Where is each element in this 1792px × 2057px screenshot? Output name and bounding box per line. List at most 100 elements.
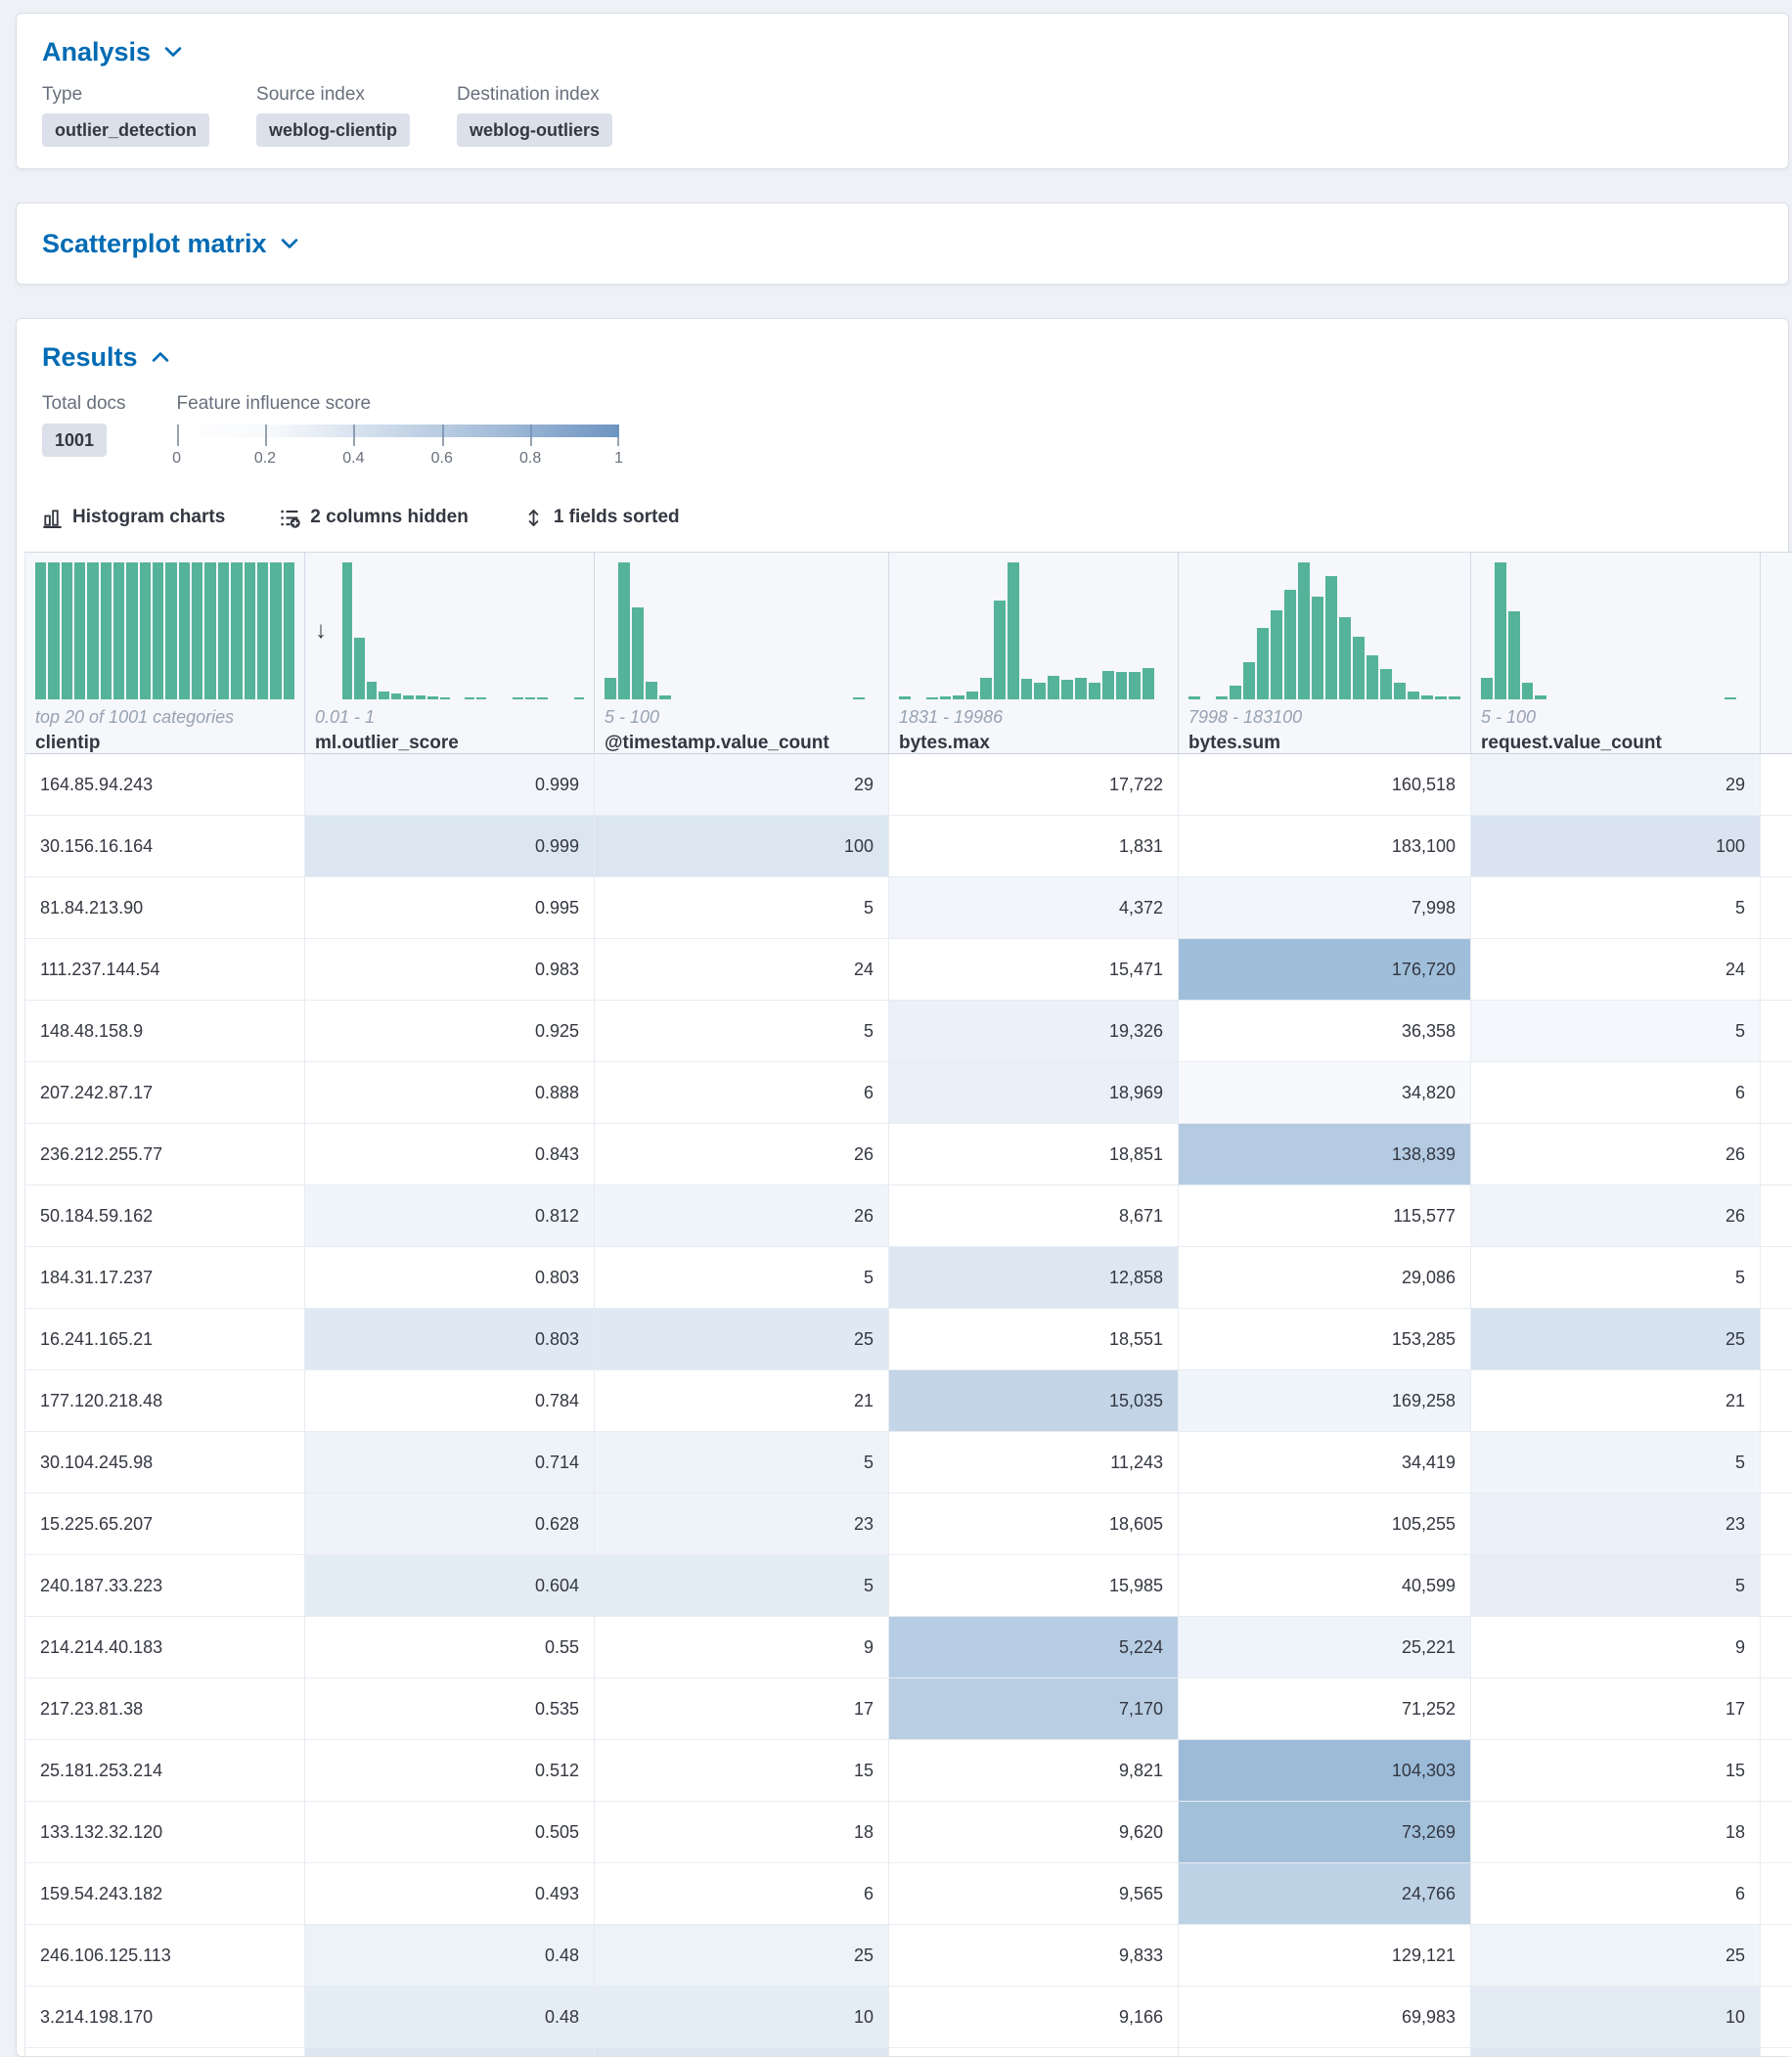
grid-cell[interactable]: 176,720 (1179, 939, 1471, 1001)
grid-cell-clientip[interactable]: 81.84.213.90 (25, 877, 305, 939)
grid-cell[interactable]: 0.999 (305, 754, 595, 816)
grid-cell-clientip[interactable]: 214.214.40.183 (25, 1617, 305, 1678)
grid-cell-clientip[interactable]: 50.184.59.162 (25, 1185, 305, 1247)
grid-cell[interactable]: 26 (595, 1185, 889, 1247)
grid-cell[interactable]: 129,121 (1179, 1925, 1471, 1987)
grid-cell[interactable]: 7,170 (889, 1678, 1179, 1740)
grid-cell[interactable]: 0.995 (305, 877, 595, 939)
fields-sorted-button[interactable]: 1 fields sorted (523, 507, 680, 528)
grid-cell[interactable]: 0.714 (305, 1432, 595, 1494)
grid-cell[interactable]: 0.493 (305, 1863, 595, 1925)
grid-cell[interactable]: 19,326 (889, 1001, 1179, 1062)
grid-cell[interactable]: 71,252 (1179, 1678, 1471, 1740)
grid-cell[interactable]: 17 (595, 1678, 889, 1740)
grid-cell[interactable]: 153,285 (1179, 1309, 1471, 1370)
grid-cell[interactable]: 15 (1471, 1740, 1761, 1802)
grid-cell[interactable]: 0.999 (305, 816, 595, 877)
grid-cell[interactable]: 5 (1471, 877, 1761, 939)
grid-cell[interactable]: 40,599 (1179, 1555, 1471, 1617)
grid-cell[interactable]: 6 (1471, 1863, 1761, 1925)
grid-cell[interactable]: 0.803 (305, 1309, 595, 1370)
grid-cell[interactable]: 73,269 (1179, 1802, 1471, 1863)
grid-cell[interactable]: 0.55 (305, 1617, 595, 1678)
grid-cell[interactable]: 0.925 (305, 1001, 595, 1062)
grid-cell[interactable]: 29 (595, 754, 889, 816)
grid-cell[interactable]: 6 (595, 1863, 889, 1925)
grid-cell-clientip[interactable]: 217.23.81.38 (25, 1678, 305, 1740)
grid-cell[interactable]: 4,372 (889, 877, 1179, 939)
grid-cell-clientip[interactable]: 30.104.245.98 (25, 1432, 305, 1494)
grid-cell-clientip[interactable]: 207.242.87.17 (25, 1062, 305, 1124)
grid-cell[interactable]: 21 (1471, 1370, 1761, 1432)
grid-cell[interactable]: 5 (595, 1247, 889, 1309)
column-header-clientip[interactable]: top 20 of 1001 categoriesclientip (25, 553, 305, 754)
column-header-ml.outlier_score[interactable]: ↓0.01 - 1ml.outlier_score (305, 553, 595, 754)
grid-cell[interactable]: 18,551 (889, 1309, 1179, 1370)
grid-cell-clientip[interactable]: 164.85.94.243 (25, 754, 305, 816)
grid-cell[interactable]: 104,303 (1179, 1740, 1471, 1802)
grid-cell[interactable]: 160,518 (1179, 754, 1471, 816)
grid-cell[interactable]: 18,969 (889, 1062, 1179, 1124)
grid-cell[interactable]: 5 (1471, 1432, 1761, 1494)
grid-cell[interactable]: 115,577 (1179, 1185, 1471, 1247)
grid-cell-clientip[interactable]: 16.241.165.21 (25, 1309, 305, 1370)
grid-cell[interactable]: 0.604 (305, 1555, 595, 1617)
grid-cell[interactable]: 26 (1471, 1124, 1761, 1185)
grid-cell[interactable]: 0.535 (305, 1678, 595, 1740)
grid-cell[interactable]: 25 (1471, 1309, 1761, 1370)
grid-cell[interactable]: 0.843 (305, 1124, 595, 1185)
grid-cell[interactable]: 29,086 (1179, 1247, 1471, 1309)
scatterplot-section-toggle[interactable]: Scatterplot matrix (42, 227, 1763, 260)
grid-cell[interactable]: 5 (1471, 1247, 1761, 1309)
column-header-bytes.max[interactable]: 1831 - 19986bytes.max (889, 553, 1179, 754)
column-header-@timestamp.value_count[interactable]: 5 - 100@timestamp.value_count (595, 553, 889, 754)
grid-cell[interactable]: 0.512 (305, 1740, 595, 1802)
grid-cell[interactable]: 12,858 (889, 1247, 1179, 1309)
analysis-section-toggle[interactable]: Analysis (42, 35, 1763, 68)
grid-cell[interactable]: 21 (595, 1370, 889, 1432)
grid-cell-clientip[interactable]: 111.237.144.54 (25, 939, 305, 1001)
grid-cell[interactable]: 15,985 (889, 1555, 1179, 1617)
grid-cell[interactable]: 100 (1471, 816, 1761, 877)
column-header-request.value_count[interactable]: 5 - 100request.value_count (1471, 553, 1761, 754)
grid-cell[interactable]: 9,565 (889, 1863, 1179, 1925)
grid-cell[interactable]: 25 (595, 1925, 889, 1987)
grid-cell[interactable]: 18,851 (889, 1124, 1179, 1185)
grid-cell-clientip[interactable]: 15.225.65.207 (25, 1494, 305, 1555)
results-section-toggle[interactable]: Results (42, 340, 1763, 374)
grid-cell[interactable]: 18,605 (889, 1494, 1179, 1555)
grid-cell[interactable]: 34,820 (1179, 1062, 1471, 1124)
column-header-bytes.sum[interactable]: 7998 - 183100bytes.sum (1179, 553, 1471, 754)
grid-cell[interactable]: 0.48 (305, 1925, 595, 1987)
grid-cell[interactable]: 0.784 (305, 1370, 595, 1432)
grid-cell[interactable]: 24,766 (1179, 1863, 1471, 1925)
grid-cell[interactable]: 26 (595, 1124, 889, 1185)
grid-cell[interactable]: 100 (595, 816, 889, 877)
grid-cell[interactable]: 0.505 (305, 1802, 595, 1863)
grid-cell[interactable]: 18 (1471, 1802, 1761, 1863)
grid-cell[interactable]: 15,471 (889, 939, 1179, 1001)
grid-cell-clientip[interactable]: 240.187.33.223 (25, 1555, 305, 1617)
grid-cell[interactable]: 10 (595, 1987, 889, 2048)
grid-cell[interactable]: 7,998 (1179, 877, 1471, 939)
grid-cell[interactable]: 25,221 (1179, 1617, 1471, 1678)
grid-cell[interactable]: 0.983 (305, 939, 595, 1001)
grid-cell[interactable]: 5,224 (889, 1617, 1179, 1678)
grid-cell[interactable]: 0.803 (305, 1247, 595, 1309)
grid-cell-clientip[interactable]: 30.156.16.164 (25, 816, 305, 877)
grid-cell[interactable]: 6 (1471, 1062, 1761, 1124)
columns-hidden-button[interactable]: 2 columns hidden (280, 507, 469, 528)
grid-cell[interactable]: 10 (1471, 1987, 1761, 2048)
grid-cell[interactable]: 24 (595, 939, 889, 1001)
grid-cell[interactable]: 17 (1471, 1678, 1761, 1740)
grid-cell[interactable]: 11,243 (889, 1432, 1179, 1494)
grid-cell[interactable]: 34,419 (1179, 1432, 1471, 1494)
grid-cell[interactable]: 105,255 (1179, 1494, 1471, 1555)
grid-cell-clientip[interactable]: 133.132.32.120 (25, 1802, 305, 1863)
grid-cell[interactable]: 5 (595, 1001, 889, 1062)
grid-cell[interactable]: 0.628 (305, 1494, 595, 1555)
grid-cell[interactable]: 9,833 (889, 1925, 1179, 1987)
grid-cell[interactable]: 9,821 (889, 1740, 1179, 1802)
grid-cell-clientip[interactable]: 25.181.253.214 (25, 1740, 305, 1802)
grid-cell[interactable]: 26 (1471, 1185, 1761, 1247)
